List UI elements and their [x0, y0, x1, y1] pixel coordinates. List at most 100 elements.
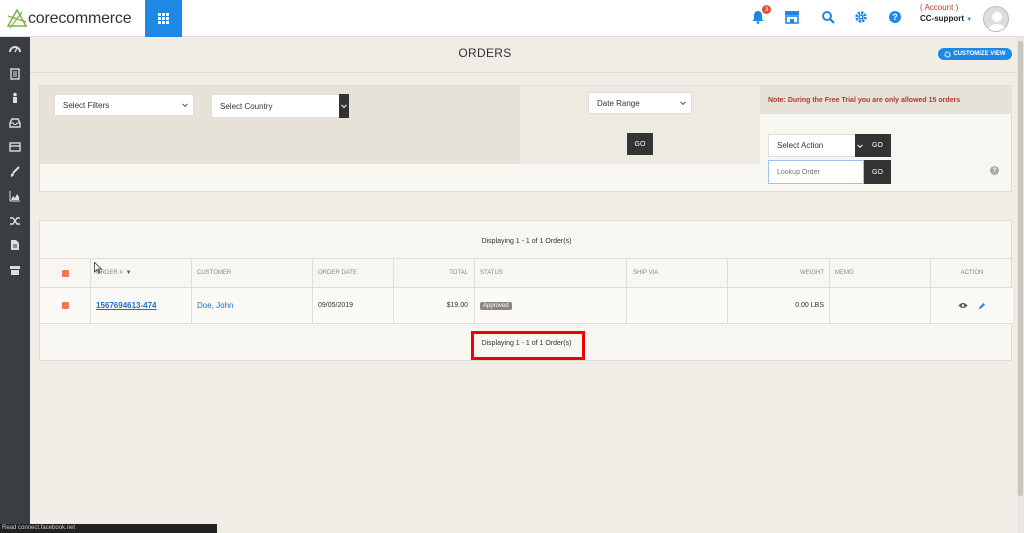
date-range-dropdown[interactable]: Date Range — [588, 92, 692, 114]
filter-panel: Select Filters Select Country Date Range… — [39, 85, 1012, 192]
search-button[interactable] — [819, 8, 837, 26]
sidebar-item-payments[interactable] — [0, 135, 30, 160]
shuffle-icon — [10, 217, 20, 225]
user-avatar-icon — [988, 12, 1006, 31]
select-country-label: Select Country — [220, 101, 273, 111]
customer-link[interactable]: Doe, John — [197, 301, 233, 310]
select-filters-dropdown[interactable]: Select Filters — [54, 94, 194, 116]
column-action: ACTION — [960, 270, 984, 276]
scrollbar-thumb[interactable] — [1018, 41, 1023, 496]
column-order-date[interactable]: ORDER DATE — [313, 259, 394, 287]
sidebar-item-store[interactable] — [0, 258, 30, 283]
column-status[interactable]: STATUS — [475, 259, 627, 287]
table-header: ORDER # ▼ CUSTOMER ORDER DATE TOTAL STAT… — [40, 258, 1013, 288]
country-dropdown-toggle[interactable] — [339, 94, 349, 118]
area-chart-icon — [9, 191, 20, 202]
store-icon — [785, 11, 799, 24]
highlight-box — [471, 331, 585, 360]
chevron-down-icon — [182, 101, 188, 108]
page-title: ORDERS — [458, 46, 512, 60]
brush-icon — [10, 166, 20, 177]
account-label[interactable]: ( Account ) — [920, 3, 958, 12]
mouse-cursor-icon — [94, 262, 102, 274]
select-country-dropdown[interactable]: Select Country — [211, 94, 349, 118]
date-go-button[interactable]: GO — [627, 133, 653, 155]
logo-text: corecommerce — [28, 10, 132, 27]
select-all-cell — [40, 259, 91, 287]
grid-icon — [158, 13, 169, 24]
customer-cell: Doe, John — [192, 288, 313, 323]
account-dropdown[interactable]: CC-support ▼ — [920, 14, 972, 23]
column-memo[interactable]: MEMO — [830, 259, 931, 287]
table-row: 1567694613-474 Doe, John 09/05/2019 $19.… — [40, 288, 1013, 324]
notification-badge: 3 — [762, 5, 771, 14]
column-ship-via[interactable]: SHIP VIA — [627, 259, 728, 287]
search-icon — [822, 11, 835, 24]
eye-icon[interactable] — [958, 302, 968, 309]
lookup-order-input[interactable] — [768, 160, 864, 184]
logo[interactable]: corecommerce — [6, 8, 132, 30]
total-cell: $19.00 — [394, 288, 475, 323]
column-order[interactable]: ORDER # ▼ — [91, 259, 192, 287]
free-trial-note: Note: During the Free Trial you are only… — [760, 86, 1012, 114]
displaying-count-top: Displaying 1 - 1 of 1 Order(s) — [481, 238, 572, 245]
chevron-down-icon — [857, 141, 863, 148]
pencil-icon[interactable] — [978, 302, 986, 310]
apps-grid-button[interactable] — [145, 0, 182, 37]
select-action-dropdown[interactable]: Select Action — [768, 134, 864, 157]
status-cell: Approved — [475, 288, 627, 323]
select-all-checkbox[interactable] — [61, 269, 69, 277]
browser-status-bar: Read connect.facebook.net — [0, 524, 217, 533]
question-icon: ? — [889, 11, 901, 23]
divider — [30, 72, 1024, 73]
sort-down-icon: ▼ — [125, 270, 132, 276]
action-dropdown-toggle[interactable] — [855, 134, 864, 157]
sidebar-item-pages[interactable] — [0, 233, 30, 258]
person-icon — [13, 92, 17, 104]
sidebar-item-integrations[interactable] — [0, 209, 30, 234]
sidebar-item-dashboard[interactable] — [0, 37, 30, 62]
row-checkbox[interactable] — [61, 302, 69, 309]
file-icon — [11, 240, 19, 251]
help-button[interactable]: ? — [886, 8, 904, 26]
row-select-cell — [40, 288, 91, 323]
date-range-label: Date Range — [597, 98, 640, 108]
store-icon — [10, 265, 20, 275]
order-date-cell: 09/05/2019 — [313, 288, 394, 323]
action-go-button[interactable]: GO — [864, 134, 891, 157]
customize-view-button[interactable]: CUSTOMIZE VIEW — [938, 48, 1012, 60]
weight-cell: 0.00 LBS — [728, 288, 830, 323]
memo-cell — [830, 288, 931, 323]
avatar[interactable] — [983, 6, 1009, 32]
lookup-go-button[interactable]: GO — [864, 160, 891, 184]
sidebar-item-design[interactable] — [0, 160, 30, 185]
sidebar-item-reports[interactable] — [0, 184, 30, 209]
order-number-link[interactable]: 1567694613-474 — [96, 301, 157, 310]
sidebar-item-orders[interactable] — [0, 62, 30, 87]
customize-view-label: CUSTOMIZE VIEW — [953, 51, 1006, 57]
caret-down-icon: ▼ — [966, 17, 973, 23]
document-icon — [10, 68, 20, 80]
chevron-down-icon — [680, 99, 686, 106]
svg-text:?: ? — [892, 12, 898, 22]
column-customer[interactable]: CUSTOMER — [192, 259, 313, 287]
store-button[interactable] — [783, 8, 801, 26]
select-action-label: Select Action — [777, 141, 824, 150]
gear-icon — [855, 11, 867, 23]
logo-icon — [6, 8, 28, 29]
scrollbar[interactable] — [1017, 37, 1024, 533]
action-cell — [931, 288, 1013, 323]
help-icon[interactable]: ? — [990, 166, 999, 175]
credit-card-icon — [9, 142, 21, 152]
gears-icon — [944, 50, 951, 58]
inbox-icon — [9, 118, 21, 128]
status-badge: Approved — [480, 301, 512, 310]
column-total[interactable]: TOTAL — [394, 259, 475, 287]
top-bar: corecommerce 3 ? (Account) CC-support … — [0, 0, 1024, 37]
sidebar-item-customers[interactable] — [0, 86, 30, 111]
notifications-button[interactable]: 3 — [749, 5, 771, 26]
chevron-down-icon — [341, 102, 347, 109]
settings-button[interactable] — [852, 8, 870, 26]
sidebar-item-inbox[interactable] — [0, 111, 30, 136]
column-weight[interactable]: WEIGHT — [728, 259, 830, 287]
